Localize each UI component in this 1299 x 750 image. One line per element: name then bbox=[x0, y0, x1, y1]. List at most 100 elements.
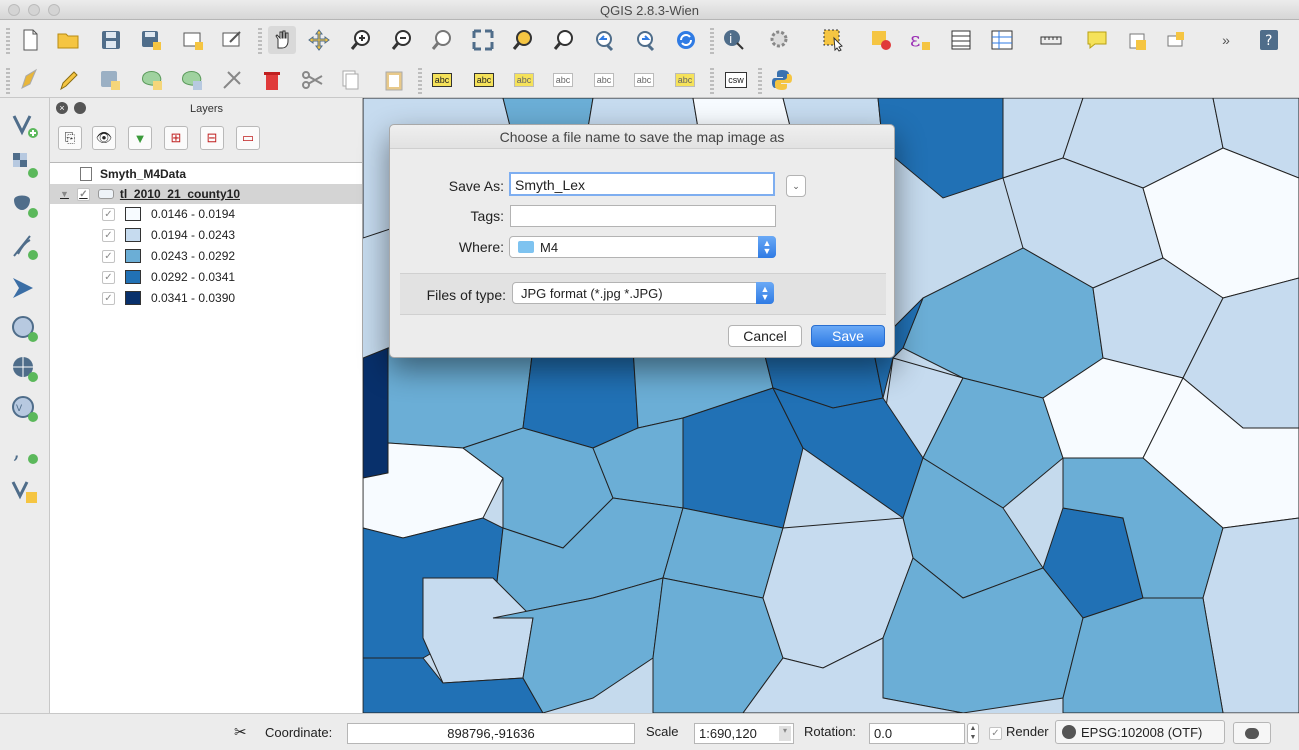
toolbar-grip[interactable] bbox=[418, 68, 422, 94]
save-as-icon[interactable] bbox=[137, 26, 165, 54]
add-wcs-layer-icon[interactable] bbox=[10, 354, 40, 384]
scale-dropdown-icon[interactable]: ▾ bbox=[779, 726, 791, 741]
legend-item[interactable]: ✓ 0.0341 - 0.0390 bbox=[50, 288, 362, 308]
save-edits-icon[interactable] bbox=[96, 66, 124, 94]
zoom-last-icon[interactable] bbox=[591, 26, 619, 54]
legend-checkbox[interactable]: ✓ bbox=[102, 207, 115, 221]
file-type-stepper-icon[interactable]: ▲ ▼ bbox=[756, 282, 774, 304]
delete-selected-icon[interactable] bbox=[258, 66, 286, 94]
csw-icon[interactable]: csw bbox=[722, 66, 750, 94]
crs-button[interactable]: EPSG:102008 (OTF) bbox=[1055, 720, 1225, 744]
save-as-input[interactable]: Smyth_Lex bbox=[509, 172, 775, 196]
zoom-out-icon[interactable] bbox=[388, 26, 416, 54]
identify-icon[interactable]: i bbox=[720, 26, 748, 54]
deselect-icon[interactable] bbox=[867, 26, 895, 54]
help-icon[interactable]: ? bbox=[1255, 26, 1283, 54]
zoom-in-icon[interactable] bbox=[347, 26, 375, 54]
composer-manager-icon[interactable] bbox=[218, 26, 246, 54]
messages-button[interactable] bbox=[1233, 722, 1271, 744]
label-rotate-icon[interactable]: abc bbox=[630, 66, 658, 94]
where-stepper-icon[interactable]: ▲ ▼ bbox=[758, 236, 776, 258]
zoom-to-selection-icon[interactable] bbox=[509, 26, 537, 54]
label-icon[interactable]: abc bbox=[428, 66, 456, 94]
label-highlight-icon[interactable]: abc bbox=[510, 66, 538, 94]
measure-icon[interactable] bbox=[1037, 26, 1065, 54]
cancel-button[interactable]: Cancel bbox=[728, 325, 802, 347]
add-vector-layer-icon[interactable] bbox=[10, 110, 40, 140]
select-features-icon[interactable] bbox=[820, 26, 848, 54]
map-tips-icon[interactable] bbox=[1083, 26, 1111, 54]
python-console-icon[interactable] bbox=[768, 66, 796, 94]
toolbar-grip[interactable] bbox=[258, 28, 262, 54]
where-select[interactable]: M4 ▲ ▼ bbox=[509, 236, 776, 258]
tags-input[interactable] bbox=[510, 205, 776, 227]
save-project-icon[interactable] bbox=[97, 26, 125, 54]
legend-item[interactable]: ✓ 0.0243 - 0.0292 bbox=[50, 246, 362, 266]
legend-checkbox[interactable]: ✓ bbox=[102, 291, 115, 305]
show-bookmarks-icon[interactable] bbox=[1162, 26, 1190, 54]
label-pin-icon[interactable]: abc bbox=[470, 66, 498, 94]
save-button[interactable]: Save bbox=[811, 325, 885, 347]
zoom-to-layer-icon[interactable] bbox=[550, 26, 578, 54]
expand-dialog-button[interactable]: ⌄ bbox=[786, 175, 806, 197]
files-of-type-select[interactable]: JPG format (*.jpg *.JPG) ▲ ▼ bbox=[512, 282, 774, 304]
legend-checkbox[interactable]: ✓ bbox=[102, 270, 115, 284]
label-change-icon[interactable]: abc bbox=[671, 66, 699, 94]
copy-features-icon[interactable] bbox=[336, 66, 364, 94]
add-feature-icon[interactable] bbox=[138, 66, 166, 94]
county-polygon[interactable] bbox=[877, 98, 1004, 199]
new-project-icon[interactable] bbox=[16, 26, 44, 54]
toolbar-grip[interactable] bbox=[6, 68, 10, 94]
new-shapefile-icon[interactable] bbox=[10, 476, 40, 506]
toolbar-grip[interactable] bbox=[710, 28, 714, 54]
new-print-composer-icon[interactable] bbox=[179, 26, 207, 54]
refresh-icon[interactable] bbox=[672, 26, 700, 54]
legend-item[interactable]: ✓ 0.0146 - 0.0194 bbox=[50, 204, 362, 224]
toggle-editing-icon[interactable] bbox=[55, 66, 83, 94]
layer-visibility-checkbox[interactable]: ✓ bbox=[76, 187, 90, 201]
remove-layer-icon[interactable]: ▭ bbox=[236, 126, 260, 150]
open-project-icon[interactable] bbox=[54, 26, 82, 54]
label-show-hide-icon[interactable]: abc bbox=[549, 66, 577, 94]
toolbar-grip[interactable] bbox=[710, 68, 714, 94]
filter-legend-icon[interactable]: ▼ bbox=[128, 126, 152, 150]
legend-checkbox[interactable]: ✓ bbox=[102, 249, 115, 263]
toolbar-grip[interactable] bbox=[6, 28, 10, 54]
scale-combobox[interactable]: 1:690,120 ▾ bbox=[694, 723, 794, 744]
legend-item[interactable]: ✓ 0.0194 - 0.0243 bbox=[50, 225, 362, 245]
legend-checkbox[interactable]: ✓ bbox=[102, 228, 115, 242]
field-calculator-icon[interactable] bbox=[988, 26, 1016, 54]
add-wms-layer-icon[interactable] bbox=[10, 314, 40, 344]
add-mssql-layer-icon[interactable] bbox=[10, 274, 40, 304]
rotation-stepper-icon[interactable]: ▲ ▼ bbox=[967, 723, 979, 744]
render-checkbox[interactable]: ✓ bbox=[989, 727, 1002, 740]
add-delimited-text-icon[interactable]: , bbox=[10, 436, 40, 466]
manage-visibility-icon[interactable]: 👁 bbox=[92, 126, 116, 150]
add-group-icon[interactable]: ⎘ bbox=[58, 126, 82, 150]
zoom-full-icon[interactable] bbox=[469, 26, 497, 54]
new-bookmark-icon[interactable] bbox=[1124, 26, 1152, 54]
zoom-actual-icon[interactable] bbox=[428, 26, 456, 54]
zoom-next-icon[interactable] bbox=[632, 26, 660, 54]
cut-features-icon[interactable] bbox=[298, 66, 326, 94]
add-postgis-layer-icon[interactable] bbox=[10, 190, 40, 220]
current-edits-icon[interactable] bbox=[16, 66, 44, 94]
pan-icon[interactable] bbox=[268, 26, 296, 54]
toolbar-grip[interactable] bbox=[758, 68, 762, 94]
collapse-all-icon[interactable]: ⊟ bbox=[200, 126, 224, 150]
add-wfs-layer-icon[interactable]: V bbox=[10, 394, 40, 424]
attribute-table-icon[interactable] bbox=[947, 26, 975, 54]
node-tool-icon[interactable] bbox=[218, 66, 246, 94]
move-feature-icon[interactable] bbox=[178, 66, 206, 94]
add-spatialite-layer-icon[interactable] bbox=[10, 232, 40, 262]
coordinate-toggle-icon[interactable]: ✂ bbox=[234, 723, 247, 741]
layer-row[interactable]: ▼ ✓ tl_2010_21_county10 bbox=[50, 184, 362, 204]
expand-all-icon[interactable]: ⊞ bbox=[164, 126, 188, 150]
layer-group[interactable]: Smyth_M4Data bbox=[50, 164, 362, 184]
legend-item[interactable]: ✓ 0.0292 - 0.0341 bbox=[50, 267, 362, 287]
rotation-field[interactable]: 0.0 bbox=[869, 723, 965, 744]
county-polygon[interactable] bbox=[363, 347, 389, 479]
pan-to-selection-icon[interactable] bbox=[305, 26, 333, 54]
paste-features-icon[interactable] bbox=[380, 66, 408, 94]
add-raster-layer-icon[interactable] bbox=[10, 150, 40, 180]
